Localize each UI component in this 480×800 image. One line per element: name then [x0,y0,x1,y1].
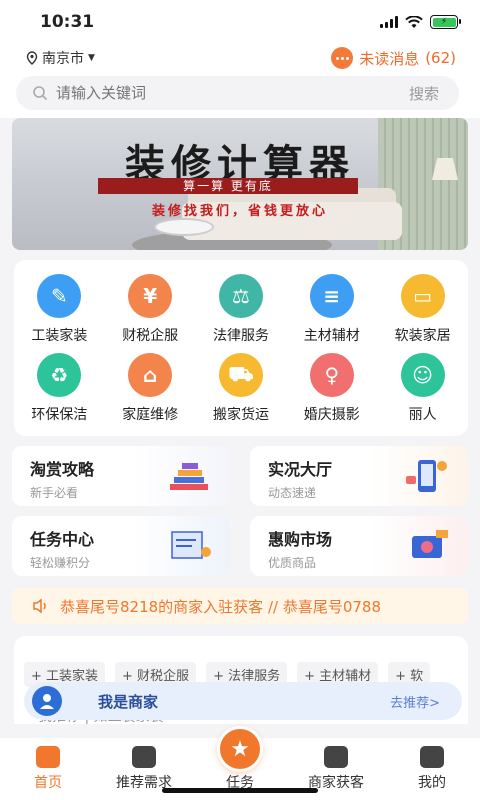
promo-guide[interactable]: 淘赏攻略 新手必看 [12,446,230,506]
merchant-name: 我是商家 [98,692,159,711]
service-item[interactable]: ⚖ 法律服务 [196,274,287,345]
message-dots-icon [331,47,354,69]
notice-bar[interactable]: 恭喜尾号8218的商家入驻获客 // 恭喜尾号0788 [12,588,468,624]
task-star-icon: ★ [217,726,263,772]
merchant-recommend-link[interactable]: 去推荐> [390,692,440,711]
phone-illustration-icon [406,460,447,492]
tab-profile[interactable]: 我的 [387,746,477,800]
promo-task-center[interactable]: 任务中心 轻松赚积分 [12,516,230,576]
service-item[interactable]: ≡ 主材辅材 [286,274,377,345]
merchant-avatar-icon [32,686,62,716]
home-icon [36,746,60,768]
unread-label: 未读消息 [359,49,420,68]
service-label: 财税企服 [122,328,179,344]
sofa-icon: ▭ [400,274,445,318]
service-label: 家庭维修 [122,407,179,423]
tab-label: 我的 [418,775,446,791]
service-label: 婚庆摄影 [303,407,360,423]
banner[interactable]: 装修计算器 算一算 更有底 装修找我们，省钱更放心 [12,118,468,250]
wifi-icon [405,15,423,28]
truck-icon: ⛟ [218,353,263,397]
search-area: 搜索 [0,72,480,118]
location-pin-icon [26,51,38,65]
service-item[interactable]: ☺ 丽人 [377,353,468,424]
merchant-bar[interactable]: 我是商家 去推荐> [24,682,462,720]
tab-label: 首页 [34,775,62,791]
search-input[interactable] [56,84,409,102]
search-button[interactable]: 搜索 [409,83,439,104]
service-item[interactable]: ✎ 工装家装 [14,274,105,345]
shop-icon [324,746,348,768]
shopping-illustration-icon [412,530,448,558]
service-label: 丽人 [408,407,437,423]
service-item[interactable]: ♻ 环保保洁 [14,353,105,424]
paint-brush-icon: ✎ [37,274,82,318]
gavel-icon: ⚖ [218,274,263,318]
unread-messages[interactable]: 未读消息 (62) [331,47,456,69]
service-grid-card: ✎ 工装家装 ¥ 财税企服 ⚖ 法律服务 ≡ 主材辅材 ▭ 软装家居 ♻ 环保保洁 ⌂ 家庭维修 ⛟ 搬家货运… [14,260,468,436]
profile-icon [420,746,444,768]
beauty-icon: ☺ [400,353,445,397]
service-item[interactable]: ¥ 财税企服 [105,274,196,345]
promo-live-hall[interactable]: 实况大厅 动态速递 [250,446,468,506]
notice-text: 恭喜尾号8218的商家入驻获客 // 恭喜尾号0788 [60,597,381,616]
search-bar: 搜索 [16,76,459,110]
service-label: 法律服务 [212,328,269,344]
battery-icon: ⚡ [430,15,461,29]
service-item[interactable]: ♀ 婚庆摄影 [286,353,377,424]
status-time: 10:31 [40,12,95,32]
wedding-dress-icon: ♀ [309,353,354,397]
top-bar: 南京市 ▼ 未读消息 (62) [0,44,480,72]
money-bag-icon: ¥ [128,274,173,318]
banner-table [154,218,214,236]
status-icons: ⚡ [380,15,461,29]
status-bar: 10:31 ⚡ [0,0,480,44]
service-grid: ✎ 工装家装 ¥ 财税企服 ⚖ 法律服务 ≡ 主材辅材 ▭ 软装家居 ♻ 环保保洁 ⌂ 家庭维修 ⛟ 搬家货运… [14,260,468,424]
material-stack-icon: ≡ [309,274,354,318]
caret-down-icon: ▼ [88,53,95,63]
service-label: 主材辅材 [303,328,360,344]
task-board-illustration-icon [171,531,211,559]
service-label: 环保保洁 [31,407,88,423]
vacuum-icon: ♻ [37,353,82,397]
city-selector[interactable]: 南京市 ▼ [26,48,95,68]
banner-slogan: 装修找我们，省钱更放心 [151,204,328,219]
speaker-icon [33,598,46,614]
service-item[interactable]: ▭ 软装家居 [377,274,468,345]
house-repair-icon: ⌂ [128,353,173,397]
recommend-icon [132,746,156,768]
service-label: 搬家货运 [212,407,269,423]
unread-count: (62) [425,49,456,67]
search-icon [33,86,48,101]
promo-market[interactable]: 惠购市场 优质商品 [250,516,468,576]
city-label: 南京市 [42,51,84,67]
service-label: 工装家装 [31,328,88,344]
tab-home[interactable]: 首页 [3,746,93,800]
service-item[interactable]: ⛟ 搬家货运 [196,353,287,424]
home-indicator[interactable] [162,788,318,793]
service-label: 软装家居 [394,328,451,344]
signal-icon [380,16,398,28]
banner-ribbon: 算一算 更有底 [98,178,358,194]
books-illustration-icon [170,463,208,490]
service-item[interactable]: ⌂ 家庭维修 [105,353,196,424]
